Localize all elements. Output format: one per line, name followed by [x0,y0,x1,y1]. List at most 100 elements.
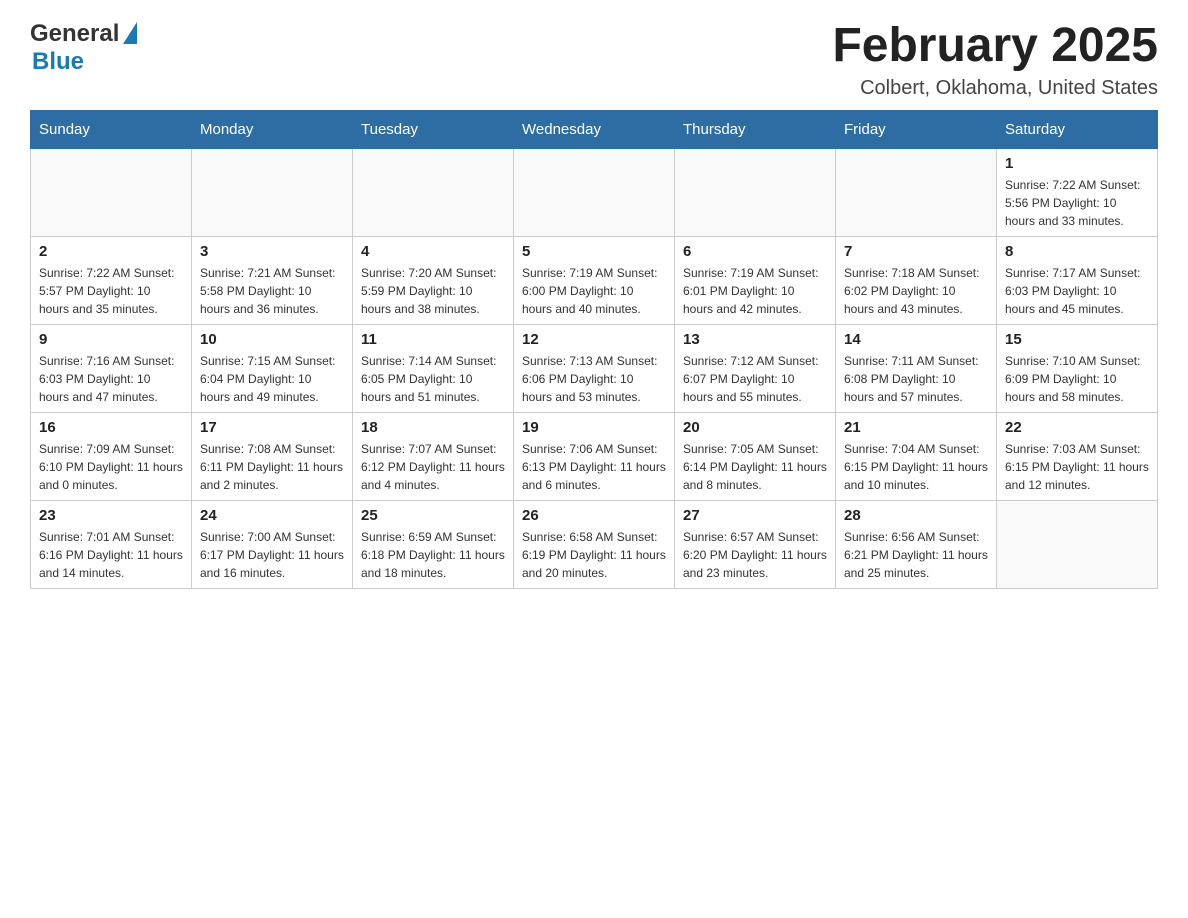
calendar-cell: 12Sunrise: 7:13 AM Sunset: 6:06 PM Dayli… [514,324,675,412]
day-number: 23 [39,507,183,524]
day-info: Sunrise: 7:05 AM Sunset: 6:14 PM Dayligh… [683,440,827,494]
day-number: 2 [39,243,183,260]
day-number: 25 [361,507,505,524]
calendar-cell: 15Sunrise: 7:10 AM Sunset: 6:09 PM Dayli… [997,324,1158,412]
calendar-header-tuesday: Tuesday [353,110,514,148]
title-section: February 2025 Colbert, Oklahoma, United … [832,20,1158,100]
calendar-cell [192,148,353,236]
day-info: Sunrise: 7:22 AM Sunset: 5:57 PM Dayligh… [39,264,183,318]
day-info: Sunrise: 7:22 AM Sunset: 5:56 PM Dayligh… [1005,176,1149,230]
logo: General Blue [30,20,137,76]
calendar-cell: 20 Sunrise: 7:05 AM Sunset: 6:14 PM Dayli… [675,412,836,500]
day-info: Sunrise: 6:58 AM Sunset: 6:19 PM Dayligh… [522,528,666,582]
day-info: Sunrise: 7:18 AM Sunset: 6:02 PM Dayligh… [844,264,988,318]
day-info: Sunrise: 7:14 AM Sunset: 6:05 PM Dayligh… [361,352,505,406]
logo-triangle-icon [123,22,137,44]
calendar-header-thursday: Thursday [675,110,836,148]
calendar-cell: 25 Sunrise: 6:59 AM Sunset: 6:18 PM Dayli… [353,500,514,588]
day-number: 1 [1005,155,1149,172]
calendar-cell: 26 Sunrise: 6:58 AM Sunset: 6:19 PM Dayli… [514,500,675,588]
calendar-cell [31,148,192,236]
day-info: Sunrise: 7:20 AM Sunset: 5:59 PM Dayligh… [361,264,505,318]
calendar-header-saturday: Saturday [997,110,1158,148]
calendar-cell: 4 Sunrise: 7:20 AM Sunset: 5:59 PM Daylig… [353,236,514,324]
day-number: 5 [522,243,666,260]
day-number: 24 [200,507,344,524]
day-info: Sunrise: 7:13 AM Sunset: 6:06 PM Dayligh… [522,352,666,406]
day-number: 8 [1005,243,1149,260]
location-subtitle: Colbert, Oklahoma, United States [832,77,1158,100]
calendar-cell: 14 Sunrise: 7:11 AM Sunset: 6:08 PM Dayli… [836,324,997,412]
day-number: 17 [200,419,344,436]
day-info: Sunrise: 7:12 AM Sunset: 6:07 PM Dayligh… [683,352,827,406]
calendar-cell: 22Sunrise: 7:03 AM Sunset: 6:15 PM Dayli… [997,412,1158,500]
calendar-cell [836,148,997,236]
calendar-cell [353,148,514,236]
logo-blue-text: Blue [32,48,84,76]
calendar-cell [675,148,836,236]
day-info: Sunrise: 7:00 AM Sunset: 6:17 PM Dayligh… [200,528,344,582]
logo-general-text: General [30,20,119,48]
page-header: General Blue February 2025 Colbert, Okla… [30,20,1158,100]
calendar-cell: 18Sunrise: 7:07 AM Sunset: 6:12 PM Dayli… [353,412,514,500]
calendar-cell: 23 Sunrise: 7:01 AM Sunset: 6:16 PM Dayli… [31,500,192,588]
day-info: Sunrise: 6:56 AM Sunset: 6:21 PM Dayligh… [844,528,988,582]
day-number: 18 [361,419,505,436]
calendar-header-wednesday: Wednesday [514,110,675,148]
day-number: 6 [683,243,827,260]
day-number: 14 [844,331,988,348]
day-info: Sunrise: 7:19 AM Sunset: 6:01 PM Dayligh… [683,264,827,318]
calendar-week-row: 1 Sunrise: 7:22 AM Sunset: 5:56 PM Daylig… [31,148,1158,236]
calendar-cell: 9 Sunrise: 7:16 AM Sunset: 6:03 PM Daylig… [31,324,192,412]
calendar-week-row: 9 Sunrise: 7:16 AM Sunset: 6:03 PM Daylig… [31,324,1158,412]
day-number: 16 [39,419,183,436]
day-number: 7 [844,243,988,260]
day-info: Sunrise: 7:08 AM Sunset: 6:11 PM Dayligh… [200,440,344,494]
calendar-cell: 6 Sunrise: 7:19 AM Sunset: 6:01 PM Daylig… [675,236,836,324]
calendar-table: SundayMondayTuesdayWednesdayThursdayFrid… [30,110,1158,589]
calendar-week-row: 2 Sunrise: 7:22 AM Sunset: 5:57 PM Daylig… [31,236,1158,324]
calendar-cell: 21 Sunrise: 7:04 AM Sunset: 6:15 PM Dayli… [836,412,997,500]
day-number: 10 [200,331,344,348]
calendar-cell: 11 Sunrise: 7:14 AM Sunset: 6:05 PM Dayli… [353,324,514,412]
day-info: Sunrise: 6:59 AM Sunset: 6:18 PM Dayligh… [361,528,505,582]
day-number: 19 [522,419,666,436]
day-info: Sunrise: 7:15 AM Sunset: 6:04 PM Dayligh… [200,352,344,406]
day-number: 13 [683,331,827,348]
calendar-cell: 3Sunrise: 7:21 AM Sunset: 5:58 PM Daylig… [192,236,353,324]
calendar-cell: 5Sunrise: 7:19 AM Sunset: 6:00 PM Daylig… [514,236,675,324]
day-info: Sunrise: 7:11 AM Sunset: 6:08 PM Dayligh… [844,352,988,406]
calendar-cell: 8 Sunrise: 7:17 AM Sunset: 6:03 PM Daylig… [997,236,1158,324]
day-info: Sunrise: 7:04 AM Sunset: 6:15 PM Dayligh… [844,440,988,494]
day-info: Sunrise: 7:06 AM Sunset: 6:13 PM Dayligh… [522,440,666,494]
month-title: February 2025 [832,20,1158,73]
day-number: 27 [683,507,827,524]
calendar-cell: 27 Sunrise: 6:57 AM Sunset: 6:20 PM Dayli… [675,500,836,588]
day-info: Sunrise: 7:01 AM Sunset: 6:16 PM Dayligh… [39,528,183,582]
day-number: 4 [361,243,505,260]
day-number: 21 [844,419,988,436]
day-number: 26 [522,507,666,524]
day-info: Sunrise: 7:09 AM Sunset: 6:10 PM Dayligh… [39,440,183,494]
calendar-cell: 10 Sunrise: 7:15 AM Sunset: 6:04 PM Dayli… [192,324,353,412]
day-number: 9 [39,331,183,348]
calendar-cell: 16 Sunrise: 7:09 AM Sunset: 6:10 PM Dayli… [31,412,192,500]
day-info: Sunrise: 7:16 AM Sunset: 6:03 PM Dayligh… [39,352,183,406]
calendar-header-monday: Monday [192,110,353,148]
day-number: 28 [844,507,988,524]
calendar-cell: 19 Sunrise: 7:06 AM Sunset: 6:13 PM Dayli… [514,412,675,500]
day-number: 3 [200,243,344,260]
day-number: 20 [683,419,827,436]
calendar-cell [514,148,675,236]
calendar-week-row: 23 Sunrise: 7:01 AM Sunset: 6:16 PM Dayli… [31,500,1158,588]
day-number: 22 [1005,419,1149,436]
calendar-cell: 1 Sunrise: 7:22 AM Sunset: 5:56 PM Daylig… [997,148,1158,236]
day-info: Sunrise: 6:57 AM Sunset: 6:20 PM Dayligh… [683,528,827,582]
calendar-cell: 7 Sunrise: 7:18 AM Sunset: 6:02 PM Daylig… [836,236,997,324]
calendar-cell: 17 Sunrise: 7:08 AM Sunset: 6:11 PM Dayli… [192,412,353,500]
calendar-header-friday: Friday [836,110,997,148]
calendar-header-row: SundayMondayTuesdayWednesdayThursdayFrid… [31,110,1158,148]
day-number: 11 [361,331,505,348]
day-info: Sunrise: 7:17 AM Sunset: 6:03 PM Dayligh… [1005,264,1149,318]
calendar-cell: 24 Sunrise: 7:00 AM Sunset: 6:17 PM Dayli… [192,500,353,588]
